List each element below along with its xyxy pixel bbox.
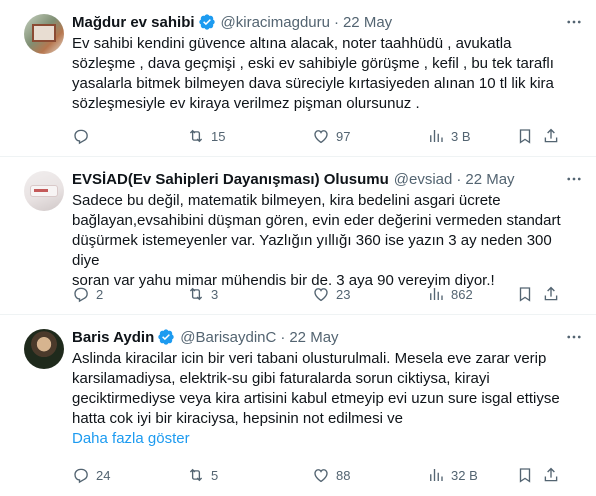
like-count: 97 [336,128,351,144]
retweet-button[interactable]: 3 [187,285,218,303]
reply-icon [74,468,88,484]
tweet-text: Aslinda kiracilar icin bir veri tabani o… [72,349,572,429]
tweet-text: Sadece bu değil, matematik bilmeyen, kir… [72,191,572,291]
author-handle[interactable]: @BarisaydinC [180,329,276,346]
like-icon [314,130,328,144]
like-icon [314,469,328,483]
tweet-text-line: karsilamadiysa, elektrik-su gibi fatural… [72,370,490,387]
tweet-actions: 2 3 23 862 [72,284,584,304]
avatar[interactable] [24,171,64,211]
timeline: Mağdur ev sahibi @kiracimagduru · 22 May… [0,0,596,496]
separator-dot: · [333,13,339,31]
retweet-count: 5 [211,467,219,483]
tweet-text-line: Ev sahibi kendini güvence altına alacak,… [72,35,512,52]
more-icon[interactable] [564,12,584,32]
retweet-icon [189,287,203,301]
views-icon [430,130,443,142]
separator-dot: · [280,328,286,346]
retweet-count: 15 [211,128,226,144]
tweet-text-line: yasalarla bitmek bilmeyen dava süreciyle… [72,75,554,92]
tweet-header: EVSİAD(Ev Sahipleri Dayanışması) Olusumu… [72,169,580,189]
share-icon [544,286,558,301]
bookmark-icon [519,468,531,483]
tweet-text: Ev sahibi kendini güvence altına alacak,… [72,34,572,114]
tweet-actions: 24 5 88 32 B [72,465,584,485]
share-icon [544,467,558,482]
separator-dot: · [456,170,462,188]
retweet-icon [189,129,203,143]
tweet-actions: 15 97 3 B [72,126,584,146]
bookmark-icon [519,129,531,144]
tweet[interactable]: Baris Aydin @BarisaydinC · 22 May Aslind… [0,315,596,496]
share-icon [544,128,558,143]
author-name[interactable]: Mağdur ev sahibi [72,14,195,31]
view-count: 32 B [451,467,478,483]
tweet-text-line: sözleşmesiyle ev kiraya verilmez pişman … [72,95,420,112]
share-button[interactable] [542,466,560,484]
tweet[interactable]: EVSİAD(Ev Sahipleri Dayanışması) Olusumu… [0,157,596,315]
author-name[interactable]: Baris Aydin [72,329,154,346]
bookmark-button[interactable] [516,285,534,303]
view-count: 862 [451,286,473,302]
reply-button[interactable] [72,127,96,145]
reply-button[interactable]: 2 [72,285,103,303]
retweet-button[interactable]: 15 [187,127,225,145]
tweet-text-line: hatta cok iyi bir kiraciysa, hepsinin no… [72,410,403,427]
timestamp[interactable]: 22 May [465,171,514,188]
tweet-text-line: bağlayan,evsahibini düşman gören, evin e… [72,212,561,229]
like-icon [314,288,328,302]
views-button[interactable]: 3 B [427,127,471,145]
tweet-text-line: Aslinda kiracilar icin bir veri tabani o… [72,350,547,367]
tweet-text-line: Sadece bu değil, matematik bilmeyen, kir… [72,192,501,209]
author-handle[interactable]: @evsiad [394,171,453,188]
verified-badge-icon [158,329,174,345]
reply-count: 24 [96,467,111,483]
more-icon[interactable] [564,169,584,189]
more-icon[interactable] [564,327,584,347]
timestamp[interactable]: 22 May [289,329,338,346]
share-button[interactable] [542,127,560,145]
retweet-button[interactable]: 5 [187,466,218,484]
avatar[interactable] [24,14,64,54]
views-button[interactable]: 32 B [427,466,478,484]
tweet-text-line: sözleşme , dava geçmişi , eski ev sahibi… [72,55,554,72]
views-icon [430,469,443,481]
retweet-count: 3 [211,286,219,302]
like-count: 23 [336,286,351,302]
author-handle[interactable]: @kiracimagduru [221,14,330,31]
bookmark-icon [519,287,531,302]
reply-button[interactable]: 24 [72,466,110,484]
share-button[interactable] [542,285,560,303]
views-icon [430,288,443,300]
timestamp[interactable]: 22 May [343,14,392,31]
bookmark-button[interactable] [516,127,534,145]
view-count: 3 B [451,128,471,144]
like-button[interactable]: 88 [312,466,350,484]
retweet-icon [189,468,203,482]
reply-icon [74,287,88,303]
author-name[interactable]: EVSİAD(Ev Sahipleri Dayanışması) Olusumu [72,171,389,188]
tweet-header: Baris Aydin @BarisaydinC · 22 May [72,327,580,347]
like-button[interactable]: 23 [312,285,350,303]
verified-badge-icon [198,14,215,30]
bookmark-button[interactable] [516,466,534,484]
tweet[interactable]: Mağdur ev sahibi @kiracimagduru · 22 May… [0,0,596,157]
show-more-link[interactable]: Daha fazla göster [72,429,580,449]
reply-icon [74,129,88,145]
like-count: 88 [336,467,351,483]
views-button[interactable]: 862 [427,285,473,303]
tweet-text-line: geciktirmediyse veya kira artisini kabul… [72,390,560,407]
tweet-text-line: düşürmek istemeyenler var. Yazlığın yıll… [72,232,552,269]
avatar[interactable] [24,329,64,369]
reply-count: 2 [96,286,104,302]
like-button[interactable]: 97 [312,127,350,145]
tweet-header: Mağdur ev sahibi @kiracimagduru · 22 May [72,12,580,32]
